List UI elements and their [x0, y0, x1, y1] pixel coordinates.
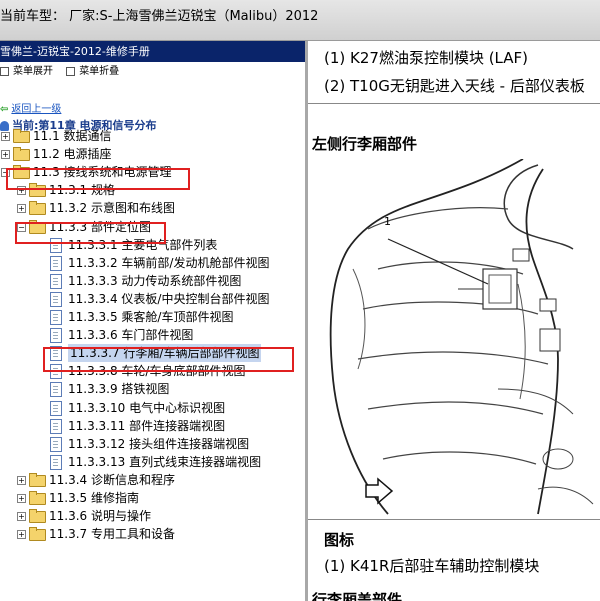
document-icon [50, 310, 62, 325]
expand-icon [0, 66, 9, 76]
navigation-panel: 雪佛兰-迈锐宝-2012-维修手册 菜单展开 菜单折叠 ⇦ 返回上一级 当前:第1… [0, 41, 308, 601]
tree-item-label: 11.3.3.3 动力传动系统部件视图 [68, 273, 242, 288]
tree-folder-item[interactable]: +11.3.5 维修指南 [0, 489, 300, 507]
document-icon [50, 382, 62, 398]
folder-icon [29, 509, 46, 524]
tree-item-label: 11.3.6 说明与操作 [49, 509, 151, 524]
tree-folder-item[interactable]: +11.3.2 示意图和布线图 [0, 199, 300, 217]
section-title: 左侧行李厢部件 [312, 135, 418, 153]
folder-icon [13, 147, 30, 162]
document-view: (1) K27燃油泵控制模块 (LAF) (2) T10G无钥匙进入天线 - 后… [308, 41, 600, 601]
expand-toggle-icon[interactable]: + [17, 512, 26, 522]
expand-menu-button[interactable]: 菜单展开 [0, 66, 53, 77]
tree-folder-item[interactable]: +11.3.7 专用工具和设备 [0, 525, 300, 543]
trunk-diagram [329, 159, 594, 515]
tree-page-item[interactable]: 11.3.3.4 仪表板/中央控制台部件视图 [0, 290, 300, 308]
expand-toggle-icon[interactable]: + [17, 475, 26, 485]
tree-item-label: 11.3.3.9 搭铁视图 [68, 382, 170, 397]
window-titlebar: 当前车型： 厂家:S-上海雪佛兰迈锐宝（Malibu）2012 [0, 0, 600, 41]
document-icon [50, 291, 62, 307]
tree-folder-item[interactable]: +11.1 数据通信 [0, 127, 300, 145]
tree-page-item[interactable]: 11.3.3.13 直列式线束连接器端视图 [0, 453, 300, 471]
divider [308, 103, 600, 104]
tree-item-label: 11.3.3.5 乘客舱/车顶部件视图 [68, 310, 234, 324]
tree-page-item[interactable]: 11.3.3.5 乘客舱/车顶部件视图 [0, 308, 300, 326]
document-icon [50, 255, 62, 271]
tree-item-label: 11.3.3.11 部件连接器端视图 [68, 418, 226, 433]
document-icon [50, 454, 62, 470]
folder-icon [29, 527, 46, 542]
tree-item-label: 11.3.3.2 车辆前部/发动机舱部件视图 [68, 255, 270, 270]
document-icon [50, 273, 62, 289]
component-label-1: (1) K27燃油泵控制模块 (LAF) [324, 49, 529, 67]
tree-folder-item[interactable]: +11.2 电源插座 [0, 145, 300, 163]
tree-item-label: 11.3.3.13 直列式线束连接器端视图 [68, 454, 262, 469]
next-section-title: 行李厢盖部件 [312, 591, 403, 601]
tree-item-label: 11.3.3.12 接头组件连接器端视图 [68, 436, 250, 451]
vehicle-model-title: 当前车型： 厂家:S-上海雪佛兰迈锐宝（Malibu）2012 [0, 9, 319, 24]
expand-toggle-icon[interactable]: + [1, 132, 10, 141]
tree-item-label: 11.3.2 示意图和布线图 [49, 201, 175, 216]
manual-header: 雪佛兰-迈锐宝-2012-维修手册 [0, 41, 305, 62]
tree-item-label: 11.3.3.10 电气中心标识视图 [68, 400, 226, 415]
tree-page-item[interactable]: 11.3.3.12 接头组件连接器端视图 [0, 435, 300, 453]
tree-page-item[interactable]: 11.3.3.10 电气中心标识视图 [0, 399, 300, 417]
folder-icon [29, 201, 46, 216]
folder-icon [13, 129, 30, 143]
tree-item-label: 11.2 电源插座 [33, 147, 112, 162]
tree-item-label: 11.3.4 诊断信息和程序 [49, 472, 175, 487]
highlight-box [6, 168, 190, 190]
folder-icon [29, 472, 46, 487]
folder-icon [29, 491, 46, 505]
tree-item-label: 11.3.3.6 车门部件视图 [68, 328, 194, 343]
collapse-menu-button[interactable]: 菜单折叠 [66, 66, 119, 77]
component-label-2: (2) T10G无钥匙进入天线 - 后部仪表板 [324, 77, 585, 95]
tree-folder-item[interactable]: +11.3.4 诊断信息和程序 [0, 471, 300, 489]
back-arrow-icon: ⇦ [0, 104, 9, 115]
divider [308, 519, 600, 520]
expand-toggle-icon[interactable]: + [17, 494, 26, 503]
tree-page-item[interactable]: 11.3.3.6 车门部件视图 [0, 326, 300, 344]
tree-item-label: 11.3.5 维修指南 [49, 491, 139, 505]
document-icon [50, 400, 62, 416]
document-icon [50, 436, 62, 452]
menu-toolbar: 菜单展开 菜单折叠 [0, 62, 305, 82]
highlight-box [43, 347, 294, 372]
tree-page-item[interactable]: 11.3.3.11 部件连接器端视图 [0, 417, 300, 435]
callout-number: 1 [384, 215, 391, 228]
legend-item: (1) K41R后部驻车辅助控制模块 [324, 557, 540, 575]
document-icon [50, 328, 62, 344]
expand-toggle-icon[interactable]: + [1, 150, 10, 160]
expand-toggle-icon[interactable]: + [17, 204, 26, 214]
back-link[interactable]: ⇦ 返回上一级 [0, 100, 61, 115]
highlight-box [15, 222, 166, 244]
tree-page-item[interactable]: 11.3.3.9 搭铁视图 [0, 380, 300, 398]
legend-title: 图标 [324, 531, 355, 549]
tree-item-label: 11.3.7 专用工具和设备 [49, 527, 175, 542]
collapse-icon [66, 66, 76, 76]
tree-page-item[interactable]: 11.3.3.2 车辆前部/发动机舱部件视图 [0, 254, 300, 272]
tree-page-item[interactable]: 11.3.3.3 动力传动系统部件视图 [0, 272, 300, 290]
document-icon [50, 418, 62, 434]
tree-folder-item[interactable]: +11.3.6 说明与操作 [0, 507, 300, 525]
expand-toggle-icon[interactable]: + [17, 530, 26, 540]
tree-item-label: 11.1 数据通信 [33, 129, 112, 143]
tree-item-label: 11.3.3.4 仪表板/中央控制台部件视图 [68, 291, 270, 306]
